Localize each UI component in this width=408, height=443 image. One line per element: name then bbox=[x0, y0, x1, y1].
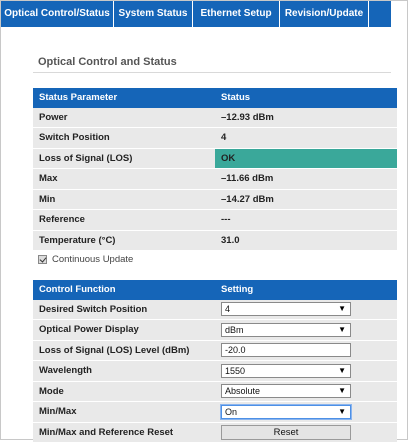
control-cell: 1550 ▼ bbox=[215, 360, 397, 382]
control-label-mode: Mode bbox=[33, 381, 215, 402]
status-value-los: OK bbox=[215, 148, 397, 169]
table-row: Power –12.93 dBm bbox=[33, 107, 397, 128]
table-row: Mode Absolute ▼ bbox=[33, 381, 397, 402]
status-value-temperature: 31.0 bbox=[215, 230, 397, 251]
tab-bar: Optical Control/Status System Status Eth… bbox=[1, 1, 407, 27]
table-row: Min –14.27 dBm bbox=[33, 189, 397, 210]
status-value-min: –14.27 dBm bbox=[215, 189, 397, 210]
table-row: Min/Max On ▼ bbox=[33, 401, 397, 423]
section-title: Optical Control and Status bbox=[38, 56, 177, 68]
mode-select[interactable]: Absolute ▼ bbox=[221, 384, 351, 399]
status-value-switch-position: 4 bbox=[215, 127, 397, 149]
dropdown-arrow-icon: ▼ bbox=[338, 304, 346, 314]
status-param-power: Power bbox=[33, 107, 215, 128]
status-param-min: Min bbox=[33, 189, 215, 210]
status-param-switch-position: Switch Position bbox=[33, 127, 215, 149]
dropdown-arrow-icon: ▼ bbox=[338, 386, 346, 396]
status-param-los: Loss of Signal (LOS) bbox=[33, 148, 215, 169]
desired-switch-position-select[interactable]: 4 ▼ bbox=[221, 302, 351, 317]
reset-button[interactable]: Reset bbox=[221, 424, 351, 440]
table-row: Loss of Signal (LOS) OK bbox=[33, 148, 397, 169]
status-table: Status Parameter Status Power –12.93 dBm… bbox=[33, 88, 397, 251]
optical-power-display-select[interactable]: dBm ▼ bbox=[221, 322, 351, 337]
tab-revision-update[interactable]: Revision/Update bbox=[280, 1, 369, 27]
status-param-temperature: Temperature (°C) bbox=[33, 230, 215, 251]
table-row: Desired Switch Position 4 ▼ bbox=[33, 299, 397, 320]
control-cell: 4 ▼ bbox=[215, 299, 397, 320]
control-label-reset: Min/Max and Reference Reset bbox=[33, 422, 215, 443]
control-cell: On ▼ bbox=[215, 401, 397, 423]
table-row: Reference --- bbox=[33, 209, 397, 231]
min-max-select[interactable]: On ▼ bbox=[221, 404, 351, 419]
control-label-optical-power-display: Optical Power Display bbox=[33, 319, 215, 341]
select-value: dBm bbox=[225, 324, 244, 335]
dropdown-arrow-icon: ▼ bbox=[338, 406, 346, 416]
table-row: Loss of Signal (LOS) Level (dBm) -20.0 bbox=[33, 340, 397, 361]
section-divider bbox=[33, 72, 391, 73]
status-parameter-header: Status Parameter bbox=[33, 88, 215, 108]
table-row: Temperature (°C) 31.0 bbox=[33, 230, 397, 251]
dropdown-arrow-icon: ▼ bbox=[338, 365, 346, 375]
table-row: Max –11.66 dBm bbox=[33, 168, 397, 190]
status-value-max: –11.66 dBm bbox=[215, 168, 397, 190]
status-value-power: –12.93 dBm bbox=[215, 107, 397, 128]
control-label-desired-switch-position: Desired Switch Position bbox=[33, 299, 215, 320]
table-row: Wavelength 1550 ▼ bbox=[33, 360, 397, 382]
select-value: On bbox=[225, 406, 238, 417]
control-label-los-level: Loss of Signal (LOS) Level (dBm) bbox=[33, 340, 215, 361]
status-param-reference: Reference bbox=[33, 209, 215, 231]
table-row: Switch Position 4 bbox=[33, 127, 397, 149]
los-level-input[interactable]: -20.0 bbox=[221, 343, 351, 358]
tab-system-status[interactable]: System Status bbox=[114, 1, 193, 27]
tab-ethernet-setup[interactable]: Ethernet Setup bbox=[193, 1, 280, 27]
select-value: 1550 bbox=[225, 365, 246, 376]
control-cell: Reset bbox=[215, 422, 397, 443]
control-table: Control Function Setting Desired Switch … bbox=[33, 280, 397, 443]
setting-header: Setting bbox=[215, 280, 397, 300]
continuous-update-label: Continuous Update bbox=[52, 254, 134, 265]
table-row: Min/Max and Reference Reset Reset bbox=[33, 422, 397, 443]
select-value: 4 bbox=[225, 304, 231, 315]
tab-strip: Optical Control/Status System Status Eth… bbox=[1, 1, 391, 27]
wavelength-select[interactable]: 1550 ▼ bbox=[221, 363, 351, 378]
page-frame: Optical Control/Status System Status Eth… bbox=[0, 0, 408, 443]
status-table-header: Status Parameter Status bbox=[33, 88, 397, 108]
continuous-update-checkbox[interactable]: Continuous Update bbox=[38, 254, 133, 265]
status-header: Status bbox=[215, 88, 397, 108]
select-value: Absolute bbox=[225, 386, 261, 397]
dropdown-arrow-icon: ▼ bbox=[338, 324, 346, 334]
control-cell: Absolute ▼ bbox=[215, 381, 397, 402]
tab-optical-control-status[interactable]: Optical Control/Status bbox=[1, 1, 114, 27]
checkbox-checked-icon[interactable] bbox=[38, 255, 47, 264]
control-label-wavelength: Wavelength bbox=[33, 360, 215, 382]
control-function-header: Control Function bbox=[33, 280, 215, 300]
tab-empty bbox=[369, 1, 391, 27]
control-cell: -20.0 bbox=[215, 340, 397, 361]
control-cell: dBm ▼ bbox=[215, 319, 397, 341]
table-row: Optical Power Display dBm ▼ bbox=[33, 319, 397, 341]
status-value-reference: --- bbox=[215, 209, 397, 231]
control-label-min-max: Min/Max bbox=[33, 401, 215, 423]
status-param-max: Max bbox=[33, 168, 215, 190]
control-table-header: Control Function Setting bbox=[33, 280, 397, 300]
